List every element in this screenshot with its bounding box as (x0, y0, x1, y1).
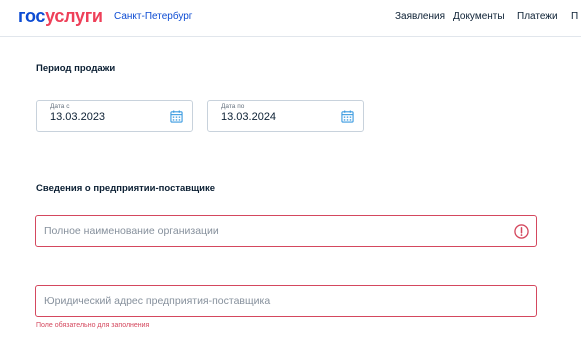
date-from-value: 13.03.2023 (50, 111, 106, 123)
nav-more[interactable]: П (571, 11, 578, 22)
supplier-info-title: Сведения о предприятии-поставщике (36, 183, 216, 194)
required-field-error: Поле обязательно для заполнения (36, 322, 150, 329)
legal-address-placeholder: Юридический адрес предприятия-поставщика (44, 295, 271, 307)
nav-applications[interactable]: Заявления (395, 11, 445, 22)
date-to-field[interactable]: Дата по 13.03.2024 (207, 100, 364, 132)
date-to-value: 13.03.2024 (221, 111, 277, 123)
logo-part-uslugi: услуги (45, 6, 103, 26)
sale-period-title: Период продажи (36, 63, 116, 74)
org-name-input[interactable]: Полное наименование организации (35, 215, 537, 247)
date-to-label: Дата по (221, 103, 245, 110)
gosuslugi-logo[interactable]: госуслуги (18, 6, 103, 27)
logo-part-gos: гос (18, 6, 46, 26)
nav-documents[interactable]: Документы (453, 11, 505, 22)
nav-payments[interactable]: Платежи (517, 11, 558, 22)
calendar-icon[interactable] (170, 110, 183, 123)
org-name-placeholder: Полное наименование организации (44, 225, 219, 237)
region-selector[interactable]: Санкт-Петербург (114, 11, 192, 22)
calendar-icon[interactable] (341, 110, 354, 123)
error-icon (514, 224, 529, 239)
date-from-field[interactable]: Дата с 13.03.2023 (36, 100, 193, 132)
legal-address-input[interactable]: Юридический адрес предприятия-поставщика (35, 285, 537, 317)
site-header: госуслуги Санкт-Петербург Заявления Доку… (0, 0, 581, 37)
date-from-label: Дата с (50, 103, 70, 110)
